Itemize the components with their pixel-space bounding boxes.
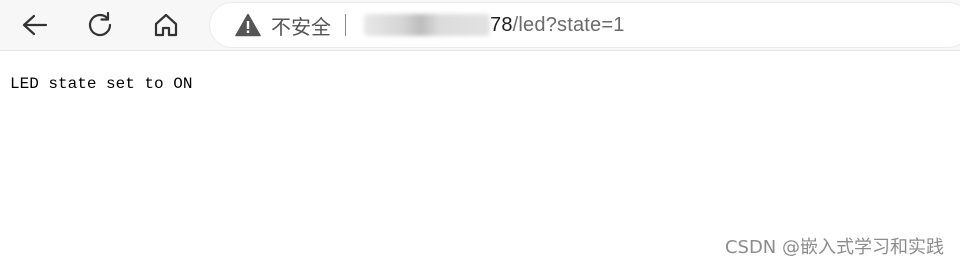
home-button[interactable] xyxy=(146,5,186,45)
home-icon xyxy=(152,11,180,39)
reload-button[interactable] xyxy=(80,5,120,45)
back-arrow-icon xyxy=(20,13,48,37)
address-bar[interactable]: 不安全 78/led?state=1 xyxy=(210,3,960,47)
warning-triangle-icon xyxy=(235,13,261,37)
back-button[interactable] xyxy=(14,5,54,45)
address-divider xyxy=(345,14,346,36)
watermark: CSDN @嵌入式学习和实践 xyxy=(724,237,944,258)
page-message: LED state set to ON xyxy=(10,75,193,93)
security-label: 不安全 xyxy=(271,14,331,39)
url-text[interactable]: 78/led?state=1 xyxy=(490,14,625,37)
url-redacted-host xyxy=(364,14,490,36)
reload-icon xyxy=(86,11,114,39)
browser-toolbar: 不安全 78/led?state=1 xyxy=(0,0,960,51)
url-path: /led?state=1 xyxy=(512,13,625,36)
security-indicator[interactable]: 不安全 xyxy=(235,3,331,47)
url-host-suffix: 78 xyxy=(490,13,513,36)
